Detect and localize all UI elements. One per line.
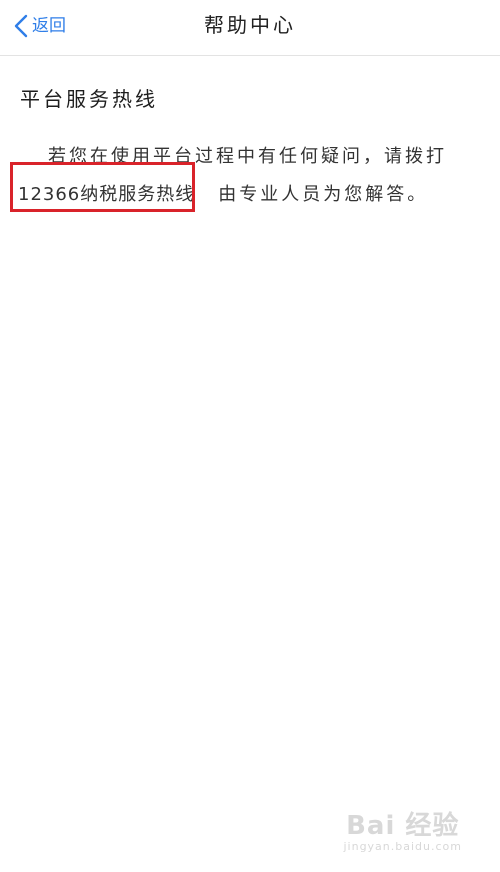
page-title: 帮助中心	[204, 13, 296, 37]
watermark-sub: jingyan.baidu.com	[343, 840, 462, 853]
help-center-screen: 返回 帮助中心 平台服务热线 若您在使用平台过程中有任何疑问，请拨打 12366…	[0, 0, 500, 872]
navigation-bar: 返回 帮助中心	[0, 0, 500, 56]
description-rest: 由专业人员为您解答。	[218, 184, 429, 205]
baidu-jingyan-watermark: Bai 经验 jingyan.baidu.com	[343, 812, 462, 854]
watermark-main: Bai 经验	[346, 811, 460, 841]
hotline-highlight-box	[10, 162, 195, 212]
section-title: 平台服务热线	[20, 87, 158, 111]
